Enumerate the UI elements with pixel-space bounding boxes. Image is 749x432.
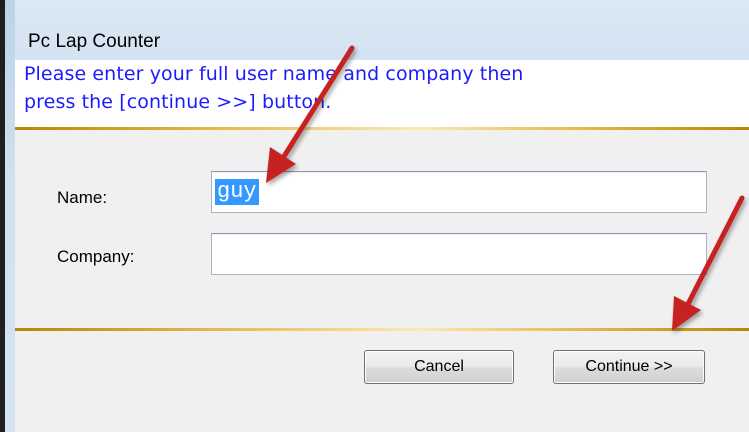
footer-divider [15,328,749,331]
company-input[interactable] [211,233,707,275]
instruction-line-2: press the [continue >>] button. [24,91,332,113]
registration-dialog: Pc Lap Counter Please enter your full us… [15,0,749,432]
company-label: Company: [57,247,135,266]
cancel-button[interactable]: Cancel [364,350,514,384]
name-input[interactable]: guy [211,171,707,213]
instruction-line-1: Please enter your full user name and com… [24,63,524,85]
title-bar: Pc Lap Counter [15,0,749,60]
screenshot: Pc Lap Counter Please enter your full us… [0,0,749,432]
continue-button[interactable]: Continue >> [553,350,705,384]
name-input-selected-text: guy [215,179,259,205]
window-title: Pc Lap Counter [28,31,161,52]
name-label: Name: [57,188,108,207]
instruction-panel: Please enter your full user name and com… [15,60,749,127]
header-divider [15,127,749,130]
window-left-frame [5,0,15,432]
